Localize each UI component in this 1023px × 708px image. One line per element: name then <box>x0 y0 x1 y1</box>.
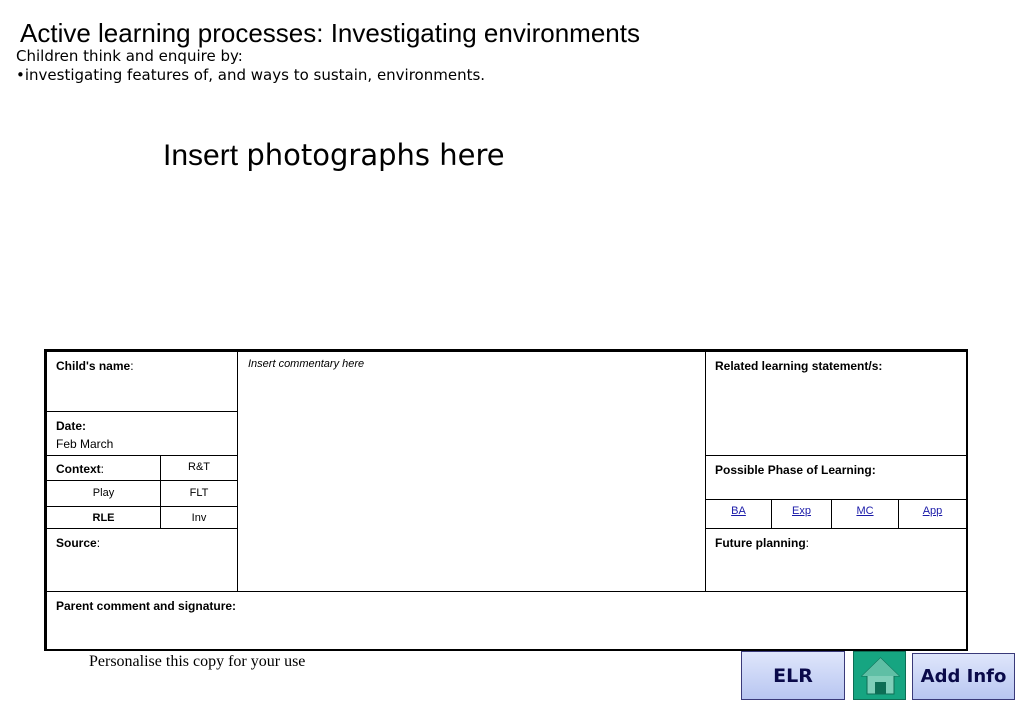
page-title: Active learning processes: Investigating… <box>20 18 640 48</box>
commentary-placeholder: Insert commentary here <box>248 358 365 370</box>
childs-name-cell[interactable]: Child's name: <box>46 351 238 412</box>
context-cell: Context: <box>46 455 161 481</box>
phase-ba-link[interactable]: BA <box>731 505 746 517</box>
photo-placeholder[interactable]: Insert photographs here <box>163 138 505 173</box>
photo-placeholder-word1: Insert <box>163 139 239 172</box>
future-planning-label: Future planning <box>715 536 806 550</box>
possible-phase-label: Possible Phase of Learning: <box>715 463 876 477</box>
possible-phase-cell: Possible Phase of Learning: <box>705 455 967 500</box>
phase-ba-cell[interactable]: BA <box>705 499 772 529</box>
context-rt-cell[interactable]: R&T <box>160 455 238 481</box>
observation-form: Child's name: Insert commentary here Rel… <box>44 349 968 651</box>
personalise-note: Personalise this copy for your use <box>89 653 306 670</box>
phase-mc-cell[interactable]: MC <box>831 499 899 529</box>
future-planning-cell[interactable]: Future planning: <box>705 528 967 592</box>
childs-name-label: Child's name <box>56 359 131 373</box>
context-flt-cell[interactable]: FLT <box>160 480 238 507</box>
context-play: Play <box>92 487 115 499</box>
elr-button[interactable]: ELR <box>741 651 845 700</box>
parent-comment-cell[interactable]: Parent comment and signature: <box>46 591 967 650</box>
photo-placeholder-word2: photographs here <box>246 138 505 172</box>
context-rt: R&T <box>188 461 210 473</box>
home-icon <box>860 657 901 695</box>
context-flt: FLT <box>189 487 209 499</box>
phase-app-link[interactable]: App <box>923 505 943 517</box>
source-label: Source <box>56 536 97 550</box>
parent-comment-label: Parent comment and signature: <box>56 599 237 613</box>
related-learning-cell[interactable]: Related learning statement/s: <box>705 351 967 456</box>
context-inv-cell[interactable]: Inv <box>160 506 238 529</box>
context-label: Context <box>56 462 101 476</box>
source-colon: : <box>96 536 101 550</box>
context-inv: Inv <box>191 512 207 524</box>
date-label: Date: <box>56 419 87 433</box>
context-rle: RLE <box>92 512 115 524</box>
childs-name-colon: : <box>130 359 134 373</box>
add-info-button[interactable]: Add Info <box>912 653 1015 700</box>
subtitle-line-1: Children think and enquire by: <box>16 47 243 65</box>
phase-app-cell[interactable]: App <box>898 499 967 529</box>
commentary-cell[interactable]: Insert commentary here <box>237 351 706 592</box>
phase-exp-cell[interactable]: Exp <box>771 499 832 529</box>
subtitle-line-2: •investigating features of, and ways to … <box>16 66 486 84</box>
source-cell[interactable]: Source: <box>46 528 238 592</box>
future-planning-colon: : <box>805 536 809 550</box>
home-button[interactable] <box>853 651 906 700</box>
context-play-cell[interactable]: Play <box>46 480 161 507</box>
phase-mc-link[interactable]: MC <box>856 505 873 517</box>
date-value: Feb March <box>56 437 114 451</box>
phase-exp-link[interactable]: Exp <box>792 505 811 517</box>
context-rle-cell[interactable]: RLE <box>46 506 161 529</box>
context-colon: : <box>100 462 105 476</box>
date-cell[interactable]: Date: Feb March <box>46 411 238 456</box>
related-learning-label: Related learning statement/s: <box>715 359 883 373</box>
